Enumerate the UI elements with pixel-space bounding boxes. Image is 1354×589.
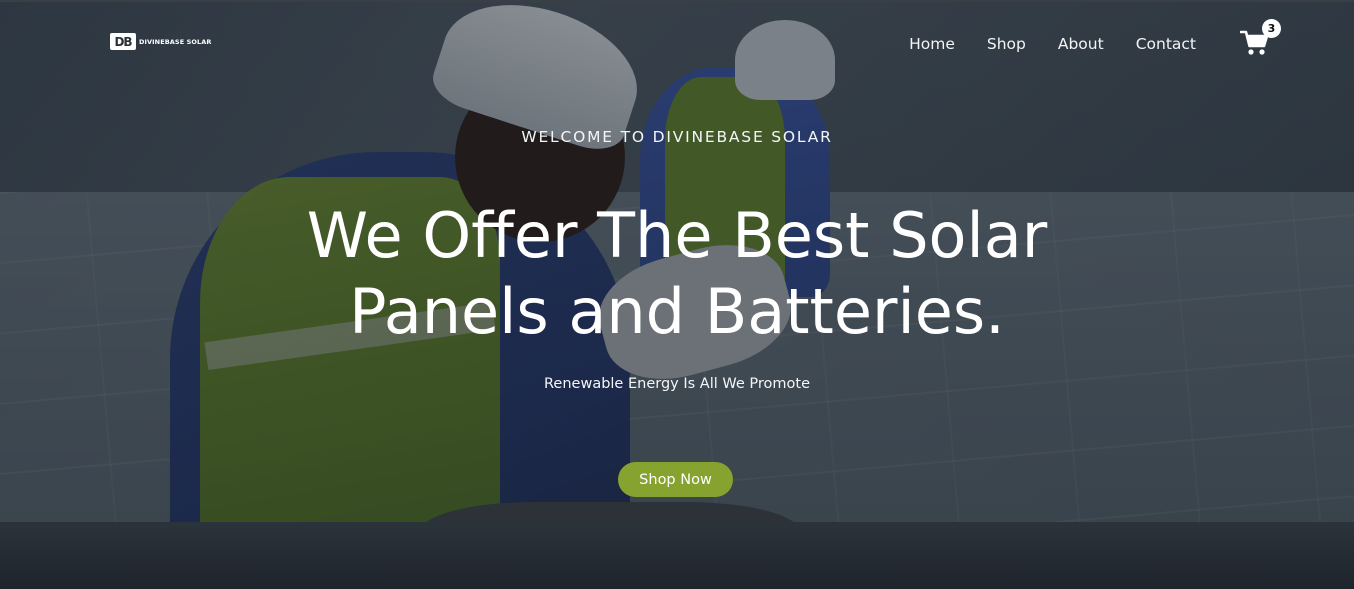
hero-eyebrow: WELCOME TO DIVINEBASE SOLAR: [521, 128, 833, 146]
main-nav: Home Shop About Contact: [909, 35, 1196, 53]
logo-mark: DB: [110, 33, 136, 50]
hero-headline-line-1: We Offer The Best Solar: [306, 199, 1048, 272]
shop-now-button[interactable]: Shop Now: [618, 462, 733, 497]
nav-link-home[interactable]: Home: [909, 35, 955, 53]
hero-section: DB DIVINEBASE SOLAR Home Shop About Cont…: [0, 0, 1354, 589]
nav-link-shop[interactable]: Shop: [987, 35, 1026, 53]
cart-count-badge: 3: [1262, 19, 1281, 38]
logo-text: DIVINEBASE SOLAR: [139, 37, 212, 46]
nav-link-contact[interactable]: Contact: [1136, 35, 1196, 53]
nav-link-about[interactable]: About: [1058, 35, 1104, 53]
hero-headline: We Offer The Best Solar Panels and Batte…: [0, 198, 1354, 350]
site-logo[interactable]: DB DIVINEBASE SOLAR: [110, 33, 212, 50]
hero-subline: Renewable Energy Is All We Promote: [544, 376, 810, 392]
hero-headline-line-2: Panels and Batteries.: [349, 275, 1005, 348]
